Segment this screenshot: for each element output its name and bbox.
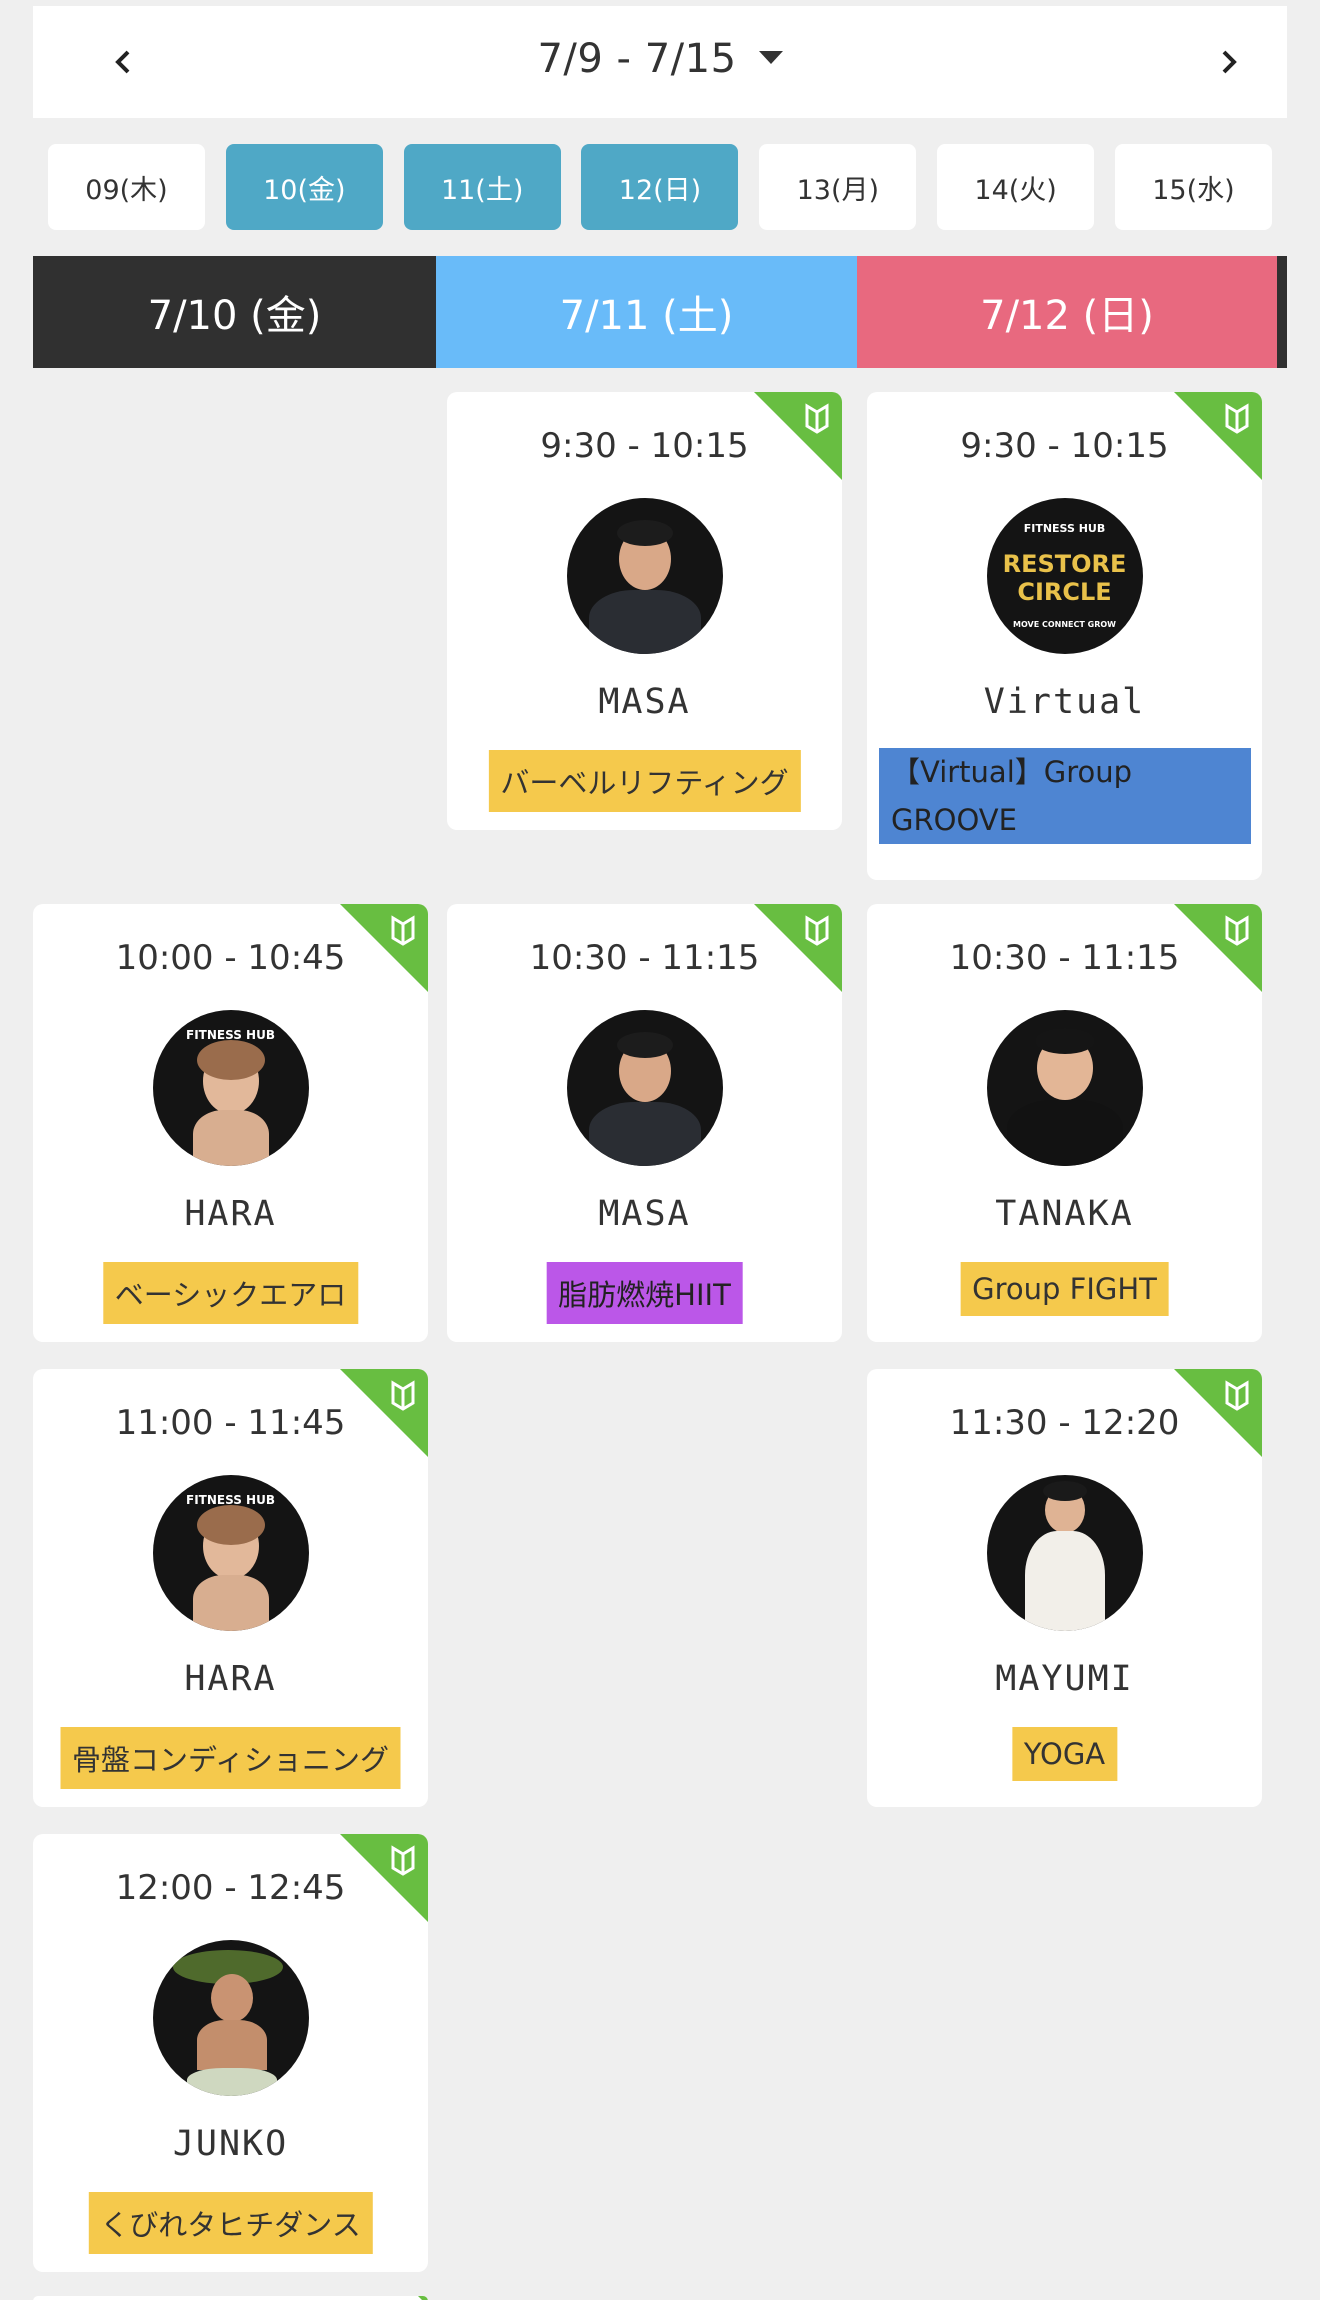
logo-text-line4: MOVE CONNECT GROW bbox=[1013, 620, 1116, 629]
class-card[interactable]: 9:30 - 10:15 F MASA バーベルリフティング bbox=[447, 392, 842, 830]
day-pill-12[interactable]: 12(日) bbox=[581, 144, 739, 230]
instructor-name: Virtual bbox=[983, 682, 1146, 722]
class-time: 10:30 - 11:15 bbox=[949, 938, 1180, 978]
instructor-avatar bbox=[986, 1010, 1143, 1166]
chevron-right-icon bbox=[1222, 50, 1237, 74]
studio-logo: FITNESS HUB RESTORE CIRCLE MOVE CONNECT … bbox=[986, 498, 1143, 654]
instructor-avatar: F bbox=[566, 1010, 723, 1166]
instructor-avatar: FITNESS HUB bbox=[152, 1010, 309, 1166]
class-time: 11:00 - 11:45 bbox=[115, 1403, 346, 1443]
day-pill-14[interactable]: 14(火) bbox=[937, 144, 1095, 230]
day-column-headers: 7/10 (金) 7/11 (土) 7/12 (日) bbox=[33, 256, 1287, 368]
class-name-tag: ベーシックエアロ bbox=[102, 1262, 359, 1324]
instructor-name: MASA bbox=[598, 682, 691, 722]
class-name-tag: Group FIGHT bbox=[960, 1262, 1169, 1316]
day-pill-11[interactable]: 11(土) bbox=[403, 144, 561, 230]
class-name-tag: 【Virtual】Group GROOVE bbox=[879, 748, 1251, 844]
day-header-saturday: 7/11 (土) bbox=[436, 256, 857, 368]
class-card-partial bbox=[33, 2296, 428, 2300]
instructor-name: MAYUMI bbox=[995, 1659, 1134, 1699]
instructor-avatar bbox=[152, 1940, 309, 2096]
class-card[interactable]: 10:30 - 11:15 TANAKA Group FIGHT bbox=[867, 904, 1262, 1342]
class-time: 9:30 - 10:15 bbox=[540, 426, 749, 466]
instructor-avatar: FITNESS HUB bbox=[152, 1475, 309, 1631]
instructor-name: HARA bbox=[184, 1659, 277, 1699]
next-week-button[interactable] bbox=[1207, 40, 1251, 84]
day-pill-09[interactable]: 09(木) bbox=[48, 144, 205, 230]
day-header-sunday: 7/12 (日) bbox=[857, 256, 1277, 368]
class-card[interactable]: 9:30 - 10:15 FITNESS HUB RESTORE CIRCLE … bbox=[867, 392, 1262, 880]
class-name-tag: くびれタヒチダンス bbox=[88, 2192, 373, 2254]
class-name-tag: バーベルリフティング bbox=[488, 750, 801, 812]
class-time: 9:30 - 10:15 bbox=[960, 426, 1169, 466]
day-selector: 09(木) 10(金) 11(土) 12(日) 13(月) 14(火) 15(水… bbox=[48, 144, 1272, 230]
instructor-name: HARA bbox=[184, 1194, 277, 1234]
class-name-tag: 脂肪燃焼HIIT bbox=[546, 1262, 743, 1324]
class-time: 11:30 - 12:20 bbox=[949, 1403, 1180, 1443]
day-pill-13[interactable]: 13(月) bbox=[759, 144, 917, 230]
week-range-dropdown[interactable]: 7/9 - 7/15 bbox=[33, 36, 1287, 82]
class-time: 12:00 - 12:45 bbox=[115, 1868, 346, 1908]
class-time: 10:00 - 10:45 bbox=[115, 938, 346, 978]
week-navigator: 7/9 - 7/15 bbox=[33, 6, 1287, 118]
logo-text-line2: RESTORE bbox=[1002, 550, 1127, 578]
class-card[interactable]: 10:30 - 11:15 F MASA 脂肪燃焼HIIT bbox=[447, 904, 842, 1342]
caret-down-icon bbox=[758, 50, 783, 64]
day-pill-15[interactable]: 15(水) bbox=[1114, 144, 1272, 230]
class-card[interactable]: 11:30 - 12:20 MAYUMI YOGA bbox=[867, 1369, 1262, 1807]
beginner-badge bbox=[418, 2296, 428, 2300]
instructor-name: MASA bbox=[598, 1194, 691, 1234]
instructor-name: JUNKO bbox=[172, 2124, 289, 2164]
class-time: 10:30 - 11:15 bbox=[529, 938, 760, 978]
class-name-tag: YOGA bbox=[1011, 1727, 1118, 1781]
class-card[interactable]: 11:00 - 11:45 FITNESS HUB HARA 骨盤コンディショニ… bbox=[33, 1369, 428, 1807]
day-pill-10[interactable]: 10(金) bbox=[225, 144, 383, 230]
instructor-avatar bbox=[986, 1475, 1143, 1631]
week-range-label: 7/9 - 7/15 bbox=[537, 36, 737, 82]
instructor-avatar: F bbox=[566, 498, 723, 654]
logo-text-line1: FITNESS HUB bbox=[1023, 522, 1106, 535]
day-header-friday: 7/10 (金) bbox=[33, 256, 436, 368]
class-name-tag: 骨盤コンディショニング bbox=[60, 1727, 401, 1789]
instructor-name: TANAKA bbox=[995, 1194, 1134, 1234]
class-card[interactable]: 12:00 - 12:45 JUNKO くびれタヒチダンス bbox=[33, 1834, 428, 2272]
logo-text-line3: CIRCLE bbox=[1017, 578, 1112, 606]
class-card[interactable]: 10:00 - 10:45 FITNESS HUB HARA ベーシックエアロ bbox=[33, 904, 428, 1342]
